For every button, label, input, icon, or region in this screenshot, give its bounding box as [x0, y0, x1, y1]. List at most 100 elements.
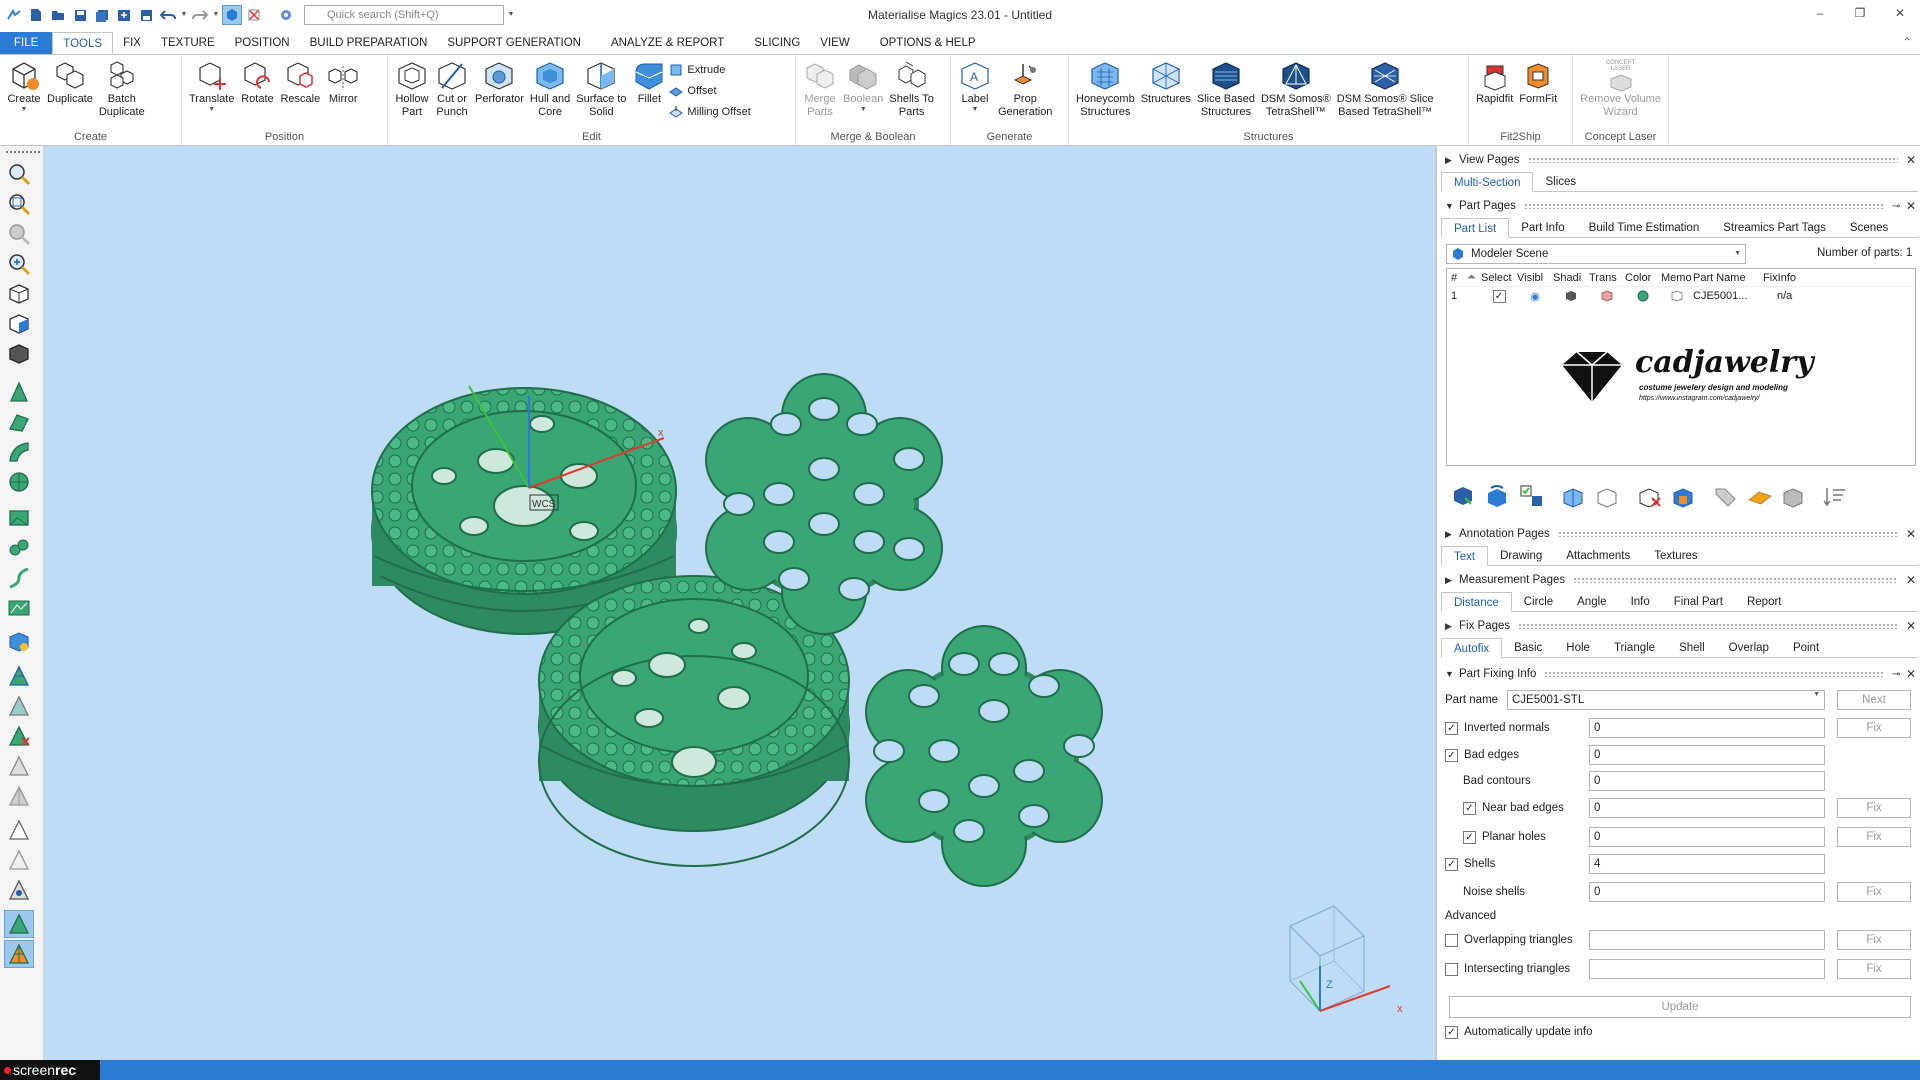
triangle-select-icon[interactable] [4, 662, 34, 690]
remove-volume-wizard-button[interactable]: CONCEPT LASER Remove Volume Wizard [1577, 57, 1664, 121]
transparency-icon[interactable] [1589, 290, 1625, 302]
open-icon[interactable] [48, 5, 68, 25]
overlapping-field[interactable] [1589, 930, 1825, 950]
inverted-normals-checkbox[interactable]: ✓ [1445, 721, 1458, 735]
triangle-light-icon[interactable] [4, 846, 34, 874]
color-swatch-icon[interactable] [1625, 290, 1661, 302]
bad-edges-field[interactable]: 0 [1589, 745, 1825, 765]
formfit-button[interactable]: FormFit [1516, 57, 1560, 108]
noise-shells-field[interactable]: 0 [1589, 882, 1825, 902]
save-part-icon[interactable] [1671, 484, 1697, 508]
perforator-button[interactable]: Perforator [472, 57, 527, 108]
unmark-part-icon[interactable] [4, 628, 34, 656]
offset-button[interactable]: Offset [669, 82, 750, 100]
triangle-delete-icon[interactable] [4, 722, 34, 750]
expand-icon[interactable]: ▶ [1445, 575, 1459, 586]
part-pages-header[interactable]: ▼ Part Pages ⊸ ✕ [1437, 196, 1920, 216]
triangle-edit-icon[interactable] [4, 876, 34, 904]
save-all-icon[interactable] [92, 5, 112, 25]
view-cube-icon[interactable] [4, 280, 34, 308]
load-part-icon[interactable] [1451, 484, 1477, 508]
triangle-grey-icon[interactable] [4, 782, 34, 810]
tab-fix[interactable]: FIX [113, 32, 151, 54]
expand-icon[interactable]: ▶ [1445, 155, 1459, 166]
redo-icon[interactable] [190, 5, 210, 25]
rescale-button[interactable]: Rescale [277, 57, 323, 108]
deselect-icon[interactable] [244, 5, 264, 25]
mark-shell-icon[interactable] [4, 468, 34, 496]
update-button[interactable]: Update [1449, 996, 1911, 1018]
mark-plane-icon[interactable] [4, 408, 34, 436]
orientation-cube[interactable]: x Z [1289, 905, 1403, 1015]
tag-icon[interactable] [1713, 484, 1739, 508]
flower-part-2[interactable] [865, 625, 1103, 887]
3d-viewport[interactable]: x WCS x Z [44, 146, 1435, 1060]
intersecting-checkbox[interactable] [1445, 962, 1458, 976]
planar-holes-field[interactable]: 0 [1589, 827, 1825, 847]
tab-part-list[interactable]: Part List [1441, 218, 1510, 238]
close-icon[interactable]: ✕ [1906, 619, 1920, 633]
surface-to-solid-button[interactable]: Surface to Solid [573, 57, 629, 121]
zoom-all-icon[interactable] [4, 250, 34, 278]
inverted-normals-field[interactable]: 0 [1589, 718, 1825, 738]
close-icon[interactable]: ✕ [1906, 573, 1920, 587]
prop-generation-button[interactable]: Prop Generation [995, 57, 1055, 121]
view-solid-icon[interactable] [4, 340, 34, 368]
tab-attachments[interactable]: Attachments [1554, 546, 1642, 566]
shells-field[interactable]: 4 [1589, 854, 1825, 874]
fix-intersecting-button[interactable]: Fix [1837, 959, 1911, 979]
tab-part-info[interactable]: Part Info [1509, 218, 1576, 238]
export-icon[interactable] [136, 5, 156, 25]
tab-support-generation[interactable]: SUPPORT GENERATION [437, 32, 591, 54]
close-button[interactable]: ✕ [1880, 0, 1920, 26]
collapse-icon[interactable]: ▼ [1445, 669, 1459, 679]
fix-inverted-normals-button[interactable]: Fix [1837, 718, 1911, 738]
quick-search-input[interactable]: Quick search (Shift+Q) [304, 5, 504, 25]
tab-shell[interactable]: Shell [1667, 638, 1717, 658]
close-icon[interactable]: ✕ [1906, 527, 1920, 541]
hull-and-core-button[interactable]: Hull and Core [527, 57, 573, 121]
tab-file[interactable]: FILE [0, 32, 53, 54]
planar-holes-checkbox[interactable]: ✓ [1463, 830, 1476, 844]
zoom-selection-icon[interactable] [4, 220, 34, 248]
tab-point[interactable]: Point [1781, 638, 1831, 658]
shading-icon[interactable] [1553, 290, 1589, 302]
unload-outline-icon[interactable] [1595, 484, 1621, 508]
memory-icon[interactable] [1661, 290, 1693, 302]
close-icon[interactable]: ✕ [1906, 667, 1920, 681]
label-tag-icon[interactable] [1747, 484, 1773, 508]
slice-based-structures-button[interactable]: Slice Based Structures [1194, 57, 1258, 121]
milling-offset-button[interactable]: Milling Offset [669, 103, 751, 121]
settings-icon[interactable] [276, 5, 296, 25]
tab-build-time-estimation[interactable]: Build Time Estimation [1577, 218, 1712, 238]
zoom-icon[interactable] [4, 160, 34, 188]
tab-analyze-report[interactable]: ANALYZE & REPORT [601, 32, 734, 54]
tab-textures[interactable]: Textures [1642, 546, 1709, 566]
create-button[interactable]: Create ▼ [4, 57, 44, 116]
annotation-pages-header[interactable]: ▶ Annotation Pages ✕ [1437, 524, 1920, 544]
select-checkbox[interactable]: ✓ [1481, 289, 1517, 303]
mark-curve-icon[interactable] [4, 564, 34, 592]
mark-area-icon[interactable] [4, 594, 34, 622]
auto-update-checkbox[interactable]: ✓ [1445, 1025, 1458, 1039]
mirror-button[interactable]: Mirror [323, 57, 363, 108]
label-button[interactable]: A Label ▼ [955, 57, 995, 116]
translate-button[interactable]: Translate ▼ [186, 57, 237, 116]
close-icon[interactable]: ✕ [1906, 199, 1920, 213]
tab-hole[interactable]: Hole [1554, 638, 1602, 658]
measurement-pages-header[interactable]: ▶ Measurement Pages ✕ [1437, 570, 1920, 590]
sort-icon[interactable]: ⏶ [1467, 271, 1481, 284]
rapidfit-button[interactable]: Rapidfit [1473, 57, 1516, 108]
part-name-select[interactable]: CJE5001-STL ▼ [1507, 690, 1825, 710]
cut-or-punch-button[interactable]: Cut or Punch [432, 57, 472, 121]
view-pages-header[interactable]: ▶ View Pages ✕ [1437, 150, 1920, 170]
merge-parts-button[interactable]: Merge Parts [800, 57, 840, 121]
tab-drawing[interactable]: Drawing [1488, 546, 1554, 566]
tab-texture[interactable]: TEXTURE [151, 32, 225, 54]
tab-scenes[interactable]: Scenes [1838, 218, 1900, 238]
pin-icon[interactable]: ⊸ [1892, 201, 1906, 212]
tab-view[interactable]: VIEW [810, 32, 859, 54]
fillet-button[interactable]: Fillet [629, 57, 669, 108]
app-logo-icon[interactable] [4, 5, 24, 25]
tab-build-preparation[interactable]: BUILD PREPARATION [300, 32, 438, 54]
